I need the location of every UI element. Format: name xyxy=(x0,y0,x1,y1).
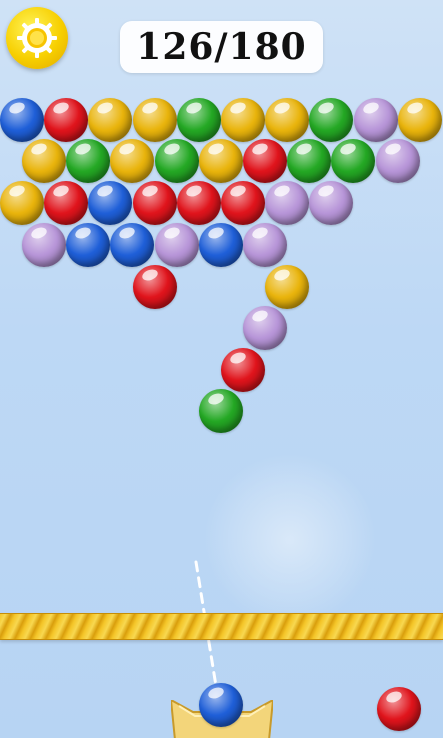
purple-bubble xyxy=(243,306,287,350)
score-panel: 126/180 xyxy=(120,21,323,73)
score-counter: 126/180 xyxy=(136,26,307,68)
blue-bubble xyxy=(66,223,110,267)
yellow-bubble xyxy=(265,98,309,142)
green-bubble xyxy=(155,139,199,183)
background-glow xyxy=(205,455,375,625)
current-shooter-bubble[interactable] xyxy=(199,683,243,727)
purple-bubble xyxy=(265,181,309,225)
blue-bubble xyxy=(0,98,44,142)
green-bubble xyxy=(287,139,331,183)
yellow-bubble xyxy=(265,265,309,309)
red-bubble xyxy=(221,181,265,225)
yellow-bubble xyxy=(221,98,265,142)
blue-bubble xyxy=(110,223,154,267)
green-bubble xyxy=(66,139,110,183)
next-bubble[interactable] xyxy=(377,687,421,731)
red-bubble xyxy=(221,348,265,392)
green-bubble xyxy=(331,139,375,183)
yellow-bubble xyxy=(199,139,243,183)
settings-button[interactable] xyxy=(6,7,68,69)
yellow-bubble xyxy=(110,139,154,183)
red-bubble xyxy=(44,181,88,225)
purple-bubble xyxy=(243,223,287,267)
blue-bubble xyxy=(199,223,243,267)
red-bubble xyxy=(243,139,287,183)
red-bubble xyxy=(177,181,221,225)
blue-bubble xyxy=(88,181,132,225)
green-bubble xyxy=(199,389,243,433)
yellow-bubble xyxy=(88,98,132,142)
yellow-bubble xyxy=(0,181,44,225)
yellow-bubble xyxy=(22,139,66,183)
game-board[interactable]: 126/180 xyxy=(0,0,443,738)
rope-divider xyxy=(0,613,443,640)
yellow-bubble xyxy=(398,98,442,142)
red-bubble xyxy=(133,265,177,309)
sun-gear-icon xyxy=(17,18,57,58)
purple-bubble xyxy=(309,181,353,225)
green-bubble xyxy=(309,98,353,142)
red-bubble xyxy=(133,181,177,225)
red-bubble xyxy=(44,98,88,142)
purple-bubble xyxy=(155,223,199,267)
purple-bubble xyxy=(354,98,398,142)
purple-bubble xyxy=(376,139,420,183)
purple-bubble xyxy=(22,223,66,267)
yellow-bubble xyxy=(133,98,177,142)
green-bubble xyxy=(177,98,221,142)
